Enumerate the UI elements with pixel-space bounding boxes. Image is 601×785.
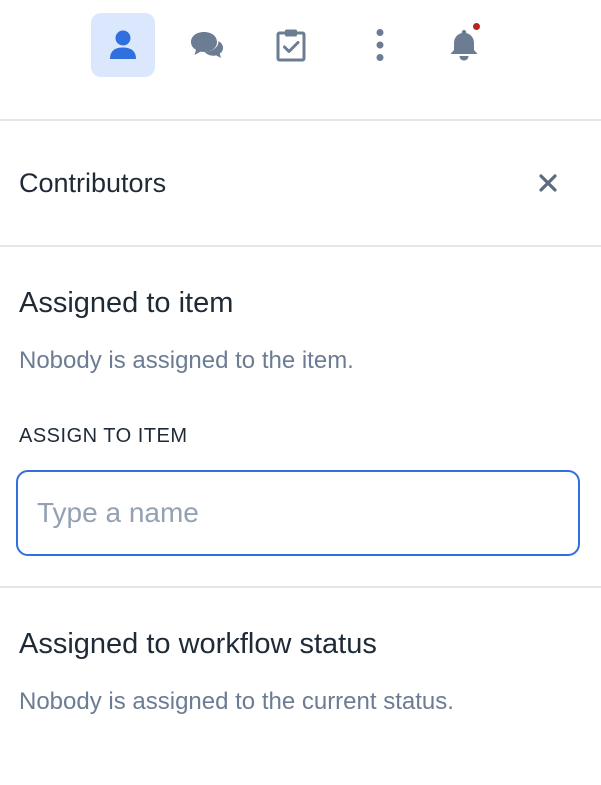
person-icon <box>110 30 136 59</box>
comments-tab-button[interactable] <box>175 13 239 77</box>
bell-icon <box>450 30 478 61</box>
assigned-to-workflow-section: Assigned to workflow status Nobody is as… <box>0 588 601 783</box>
assign-to-item-label: ASSIGN TO ITEM <box>19 425 188 447</box>
chat-bubbles-icon <box>191 32 223 58</box>
assignee-name-input[interactable] <box>16 470 580 556</box>
more-options-button[interactable] <box>348 13 412 77</box>
clipboard-check-icon <box>276 29 306 62</box>
panel-title: Contributors <box>19 168 167 198</box>
tasks-tab-button[interactable] <box>259 13 323 77</box>
notifications-button[interactable] <box>432 13 496 77</box>
notification-dot <box>471 21 482 32</box>
section-description: Nobody is assigned to the item. <box>19 347 354 374</box>
more-vertical-icon <box>376 29 384 61</box>
section-heading: Assigned to item <box>19 287 234 319</box>
close-button[interactable] <box>532 167 564 199</box>
section-description: Nobody is assigned to the current status… <box>19 688 454 715</box>
assigned-to-item-section: Assigned to item Nobody is assigned to t… <box>0 247 601 588</box>
top-toolbar <box>0 0 601 121</box>
section-heading: Assigned to workflow status <box>19 628 377 660</box>
contributors-tab-button[interactable] <box>91 13 155 77</box>
close-icon <box>539 174 557 192</box>
panel-header: Contributors <box>0 121 601 247</box>
